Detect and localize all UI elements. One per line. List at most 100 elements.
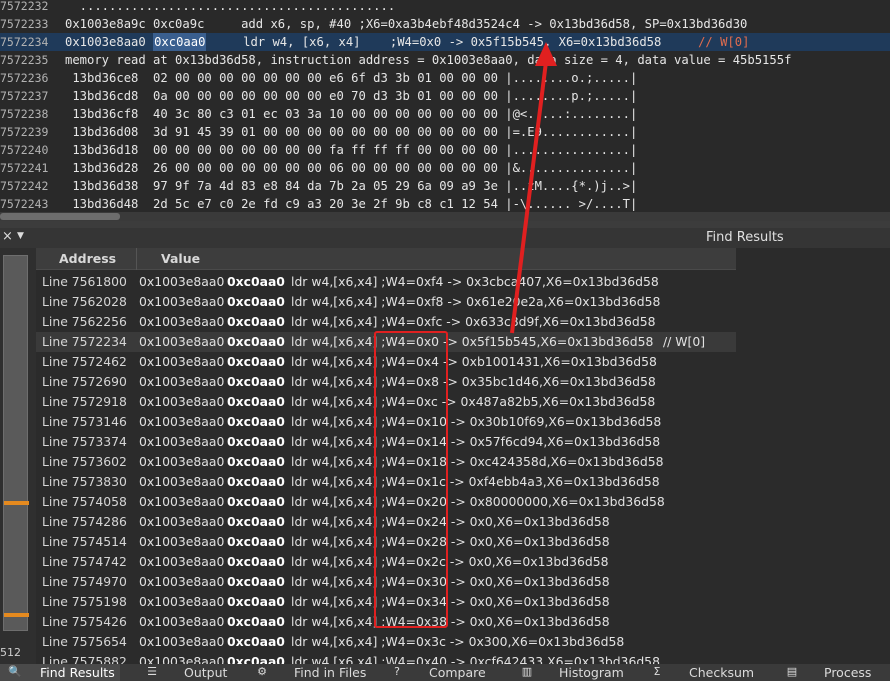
trace-line-number: 7572234: [0, 35, 49, 49]
tab-process[interactable]: ▤ Process: [780, 664, 890, 681]
tab-compare[interactable]: ? Compare: [385, 664, 495, 681]
table-row[interactable]: Line 7573374 0x1003e8aa0 0xc0aa0 ldr w4,[x6…: [36, 432, 890, 452]
table-row[interactable]: Line 7574058 0x1003e8aa0 0xc0aa0 ldr w4,[x6…: [36, 492, 890, 512]
trace-line[interactable]: 7572232 ................................…: [0, 0, 890, 15]
results-overview-strip: 512: [0, 248, 36, 664]
result-line-number: Line 7573374: [42, 434, 127, 449]
result-address: 0x1003e8aa0: [139, 454, 225, 469]
table-row[interactable]: Line 7573602 0x1003e8aa0 0xc0aa0 ldr w4,[x6…: [36, 452, 890, 472]
tab-label: Histogram: [559, 665, 624, 680]
result-line-number: Line 7562256: [42, 314, 127, 329]
result-line-number: Line 7572690: [42, 374, 127, 389]
tab-label: Compare: [429, 665, 486, 680]
compare-icon: ?: [394, 665, 400, 678]
table-row[interactable]: Line 7574742 0x1003e8aa0 0xc0aa0 ldr w4,[x6…: [36, 552, 890, 572]
trace-line-number: 7572241: [0, 161, 49, 175]
trace-line-text: 13bd36d38 97 9f 7a 4d 83 e8 84 da 7b 2a …: [65, 179, 638, 193]
trace-line[interactable]: 7572233 0x1003e8a9c 0xc0a9c add x6, sp, #…: [0, 15, 890, 33]
trace-line-text: ........................................…: [65, 0, 396, 13]
trace-line[interactable]: 7572235 memory read at 0x13bd36d58, instr…: [0, 51, 890, 69]
result-comment: // W[0]: [663, 334, 706, 349]
tab-find-results[interactable]: 🔍 Find Results: [0, 664, 120, 681]
result-instruction: ldr w4,[x6,x4] ;W4=0x24 -> 0x0,X6=0x13bd…: [291, 514, 610, 529]
result-instruction: ldr w4,[x6,x4] ;W4=0x2c -> 0x0,X6=0x13bd…: [291, 554, 609, 569]
table-row[interactable]: Line 7572462 0x1003e8aa0 0xc0aa0 ldr w4,[x6…: [36, 352, 890, 372]
result-address: 0x1003e8aa0: [139, 614, 225, 629]
histogram-icon: ▥: [521, 665, 533, 678]
vertical-scrollbar[interactable]: [3, 255, 29, 631]
trace-line-number: 7572236: [0, 71, 49, 85]
pane-splitter[interactable]: [0, 221, 890, 228]
result-opcode: 0xc0aa0: [227, 594, 285, 609]
close-icon[interactable]: ×: [2, 229, 13, 244]
trace-line-text: 13bd36d08 3d 91 45 39 01 00 00 00 00 00 …: [65, 125, 638, 139]
checksum-icon: Σ: [653, 665, 661, 678]
tab-output[interactable]: ☰ Output: [140, 664, 240, 681]
result-line-number: Line 7572462: [42, 354, 127, 369]
table-row[interactable]: Line 7573146 0x1003e8aa0 0xc0aa0 ldr w4,[x6…: [36, 412, 890, 432]
table-row[interactable]: Line 7572690 0x1003e8aa0 0xc0aa0 ldr w4,[x6…: [36, 372, 890, 392]
table-row[interactable]: Line 7574286 0x1003e8aa0 0xc0aa0 ldr w4,[x6…: [36, 512, 890, 532]
result-instruction: ldr w4,[x6,x4] ;W4=0xc -> 0x487a82b5,X6=…: [291, 394, 656, 409]
column-header-address[interactable]: Address: [59, 251, 116, 266]
tab-histogram[interactable]: ▥ Histogram: [515, 664, 630, 681]
find-results-table[interactable]: Address Value Line 7561800 0x1003e8aa0 0xc…: [36, 248, 890, 664]
table-row[interactable]: Line 7573830 0x1003e8aa0 0xc0aa0 ldr w4,[x6…: [36, 472, 890, 492]
result-instruction: ldr w4,[x6,x4] ;W4=0xf8 -> 0x61e20e2a,X6…: [291, 294, 661, 309]
result-address: 0x1003e8aa0: [139, 334, 225, 349]
table-row[interactable]: Line 7575882 0x1003e8aa0 0xc0aa0 ldr w4,[x6…: [36, 652, 890, 664]
table-row[interactable]: Line 7562028 0x1003e8aa0 0xc0aa0 ldr w4,[x6…: [36, 292, 890, 312]
table-row[interactable]: Line 7561800 0x1003e8aa0 0xc0aa0 ldr w4,[x6…: [36, 272, 890, 292]
find-in-files-icon: ⚙: [257, 665, 267, 678]
result-opcode: 0xc0aa0: [227, 574, 285, 589]
annotation-highlight-box: [374, 331, 448, 628]
chevron-down-icon[interactable]: ▼: [17, 231, 24, 241]
trace-line[interactable]: 7572241 13bd36d28 26 00 00 00 00 00 00 0…: [0, 159, 890, 177]
result-address: 0x1003e8aa0: [139, 514, 225, 529]
table-row[interactable]: Line 7575654 0x1003e8aa0 0xc0aa0 ldr w4,[x6…: [36, 632, 890, 652]
trace-line-number: 7572243: [0, 197, 49, 211]
result-instruction: ldr w4,[x6,x4] ;W4=0xf4 -> 0x3cbca407,X6…: [291, 274, 659, 289]
result-opcode: 0xc0aa0: [227, 474, 285, 489]
column-header-value[interactable]: Value: [161, 251, 200, 266]
match-marker: [4, 613, 29, 617]
trace-view[interactable]: 7572232 ................................…: [0, 0, 890, 221]
table-row[interactable]: Line 7574514 0x1003e8aa0 0xc0aa0 ldr w4,[x6…: [36, 532, 890, 552]
trace-line[interactable]: 7572240 13bd36d18 00 00 00 00 00 00 00 0…: [0, 141, 890, 159]
result-address: 0x1003e8aa0: [139, 394, 225, 409]
result-address: 0x1003e8aa0: [139, 314, 225, 329]
result-line-number: Line 7561800: [42, 274, 127, 289]
trace-line[interactable]: 7572242 13bd36d38 97 9f 7a 4d 83 e8 84 d…: [0, 177, 890, 195]
trace-line[interactable]: 7572243 13bd36d48 2d 5c e7 c0 2e fd c9 a…: [0, 195, 890, 213]
result-line-number: Line 7572918: [42, 394, 127, 409]
table-row[interactable]: Line 7574970 0x1003e8aa0 0xc0aa0 ldr w4,[x6…: [36, 572, 890, 592]
result-opcode: 0xc0aa0: [227, 434, 285, 449]
table-row[interactable]: Line 7575426 0x1003e8aa0 0xc0aa0 ldr w4,[x6…: [36, 612, 890, 632]
selected-opcode[interactable]: 0xc0aa0: [153, 33, 207, 51]
result-address: 0x1003e8aa0: [139, 434, 225, 449]
table-row[interactable]: Line 7572918 0x1003e8aa0 0xc0aa0 ldr w4,[x6…: [36, 392, 890, 412]
trace-line[interactable]: 7572234 0x1003e8aa0 0xc0aa0 ldr w4, [x6, …: [0, 33, 890, 51]
table-row[interactable]: Line 7575198 0x1003e8aa0 0xc0aa0 ldr w4,[x6…: [36, 592, 890, 612]
result-instruction: ldr w4,[x6,x4] ;W4=0x34 -> 0x0,X6=0x13bd…: [291, 594, 610, 609]
result-line-number: Line 7574286: [42, 514, 127, 529]
tab-checksum[interactable]: Σ Checksum: [645, 664, 765, 681]
result-opcode: 0xc0aa0: [227, 614, 285, 629]
result-instruction: ldr w4,[x6,x4] ;W4=0x0 -> 0x5f15b545,X6=…: [291, 334, 654, 349]
trace-line[interactable]: 7572236 13bd36ce8 02 00 00 00 00 00 00 0…: [0, 69, 890, 87]
tab-find-in-files[interactable]: ⚙ Find in Files: [250, 664, 380, 681]
result-instruction: ldr w4,[x6,x4] ;W4=0x3c -> 0x300,X6=0x13…: [291, 634, 625, 649]
result-address: 0x1003e8aa0: [139, 274, 225, 289]
trace-line[interactable]: 7572239 13bd36d08 3d 91 45 39 01 00 00 0…: [0, 123, 890, 141]
result-opcode: 0xc0aa0: [227, 494, 285, 509]
table-row[interactable]: Line 7562256 0x1003e8aa0 0xc0aa0 ldr w4,[x6…: [36, 312, 890, 332]
column-divider[interactable]: [136, 248, 137, 270]
trace-line[interactable]: 7572237 13bd36cd8 0a 00 00 00 00 00 00 0…: [0, 87, 890, 105]
scrollbar-thumb[interactable]: [0, 213, 120, 220]
trace-horizontal-scrollbar[interactable]: [0, 212, 890, 221]
trace-line[interactable]: 7572238 13bd36cf8 40 3c 80 c3 01 ec 03 3…: [0, 105, 890, 123]
trace-instruction: ldr w4, [x6, x4] ;W4=0x0 -> 0x5f15b545, …: [206, 35, 699, 49]
result-opcode: 0xc0aa0: [227, 294, 285, 309]
tab-label: Output: [184, 665, 228, 680]
trace-line-text: 13bd36cd8 0a 00 00 00 00 00 00 00 e0 70 …: [65, 89, 638, 103]
